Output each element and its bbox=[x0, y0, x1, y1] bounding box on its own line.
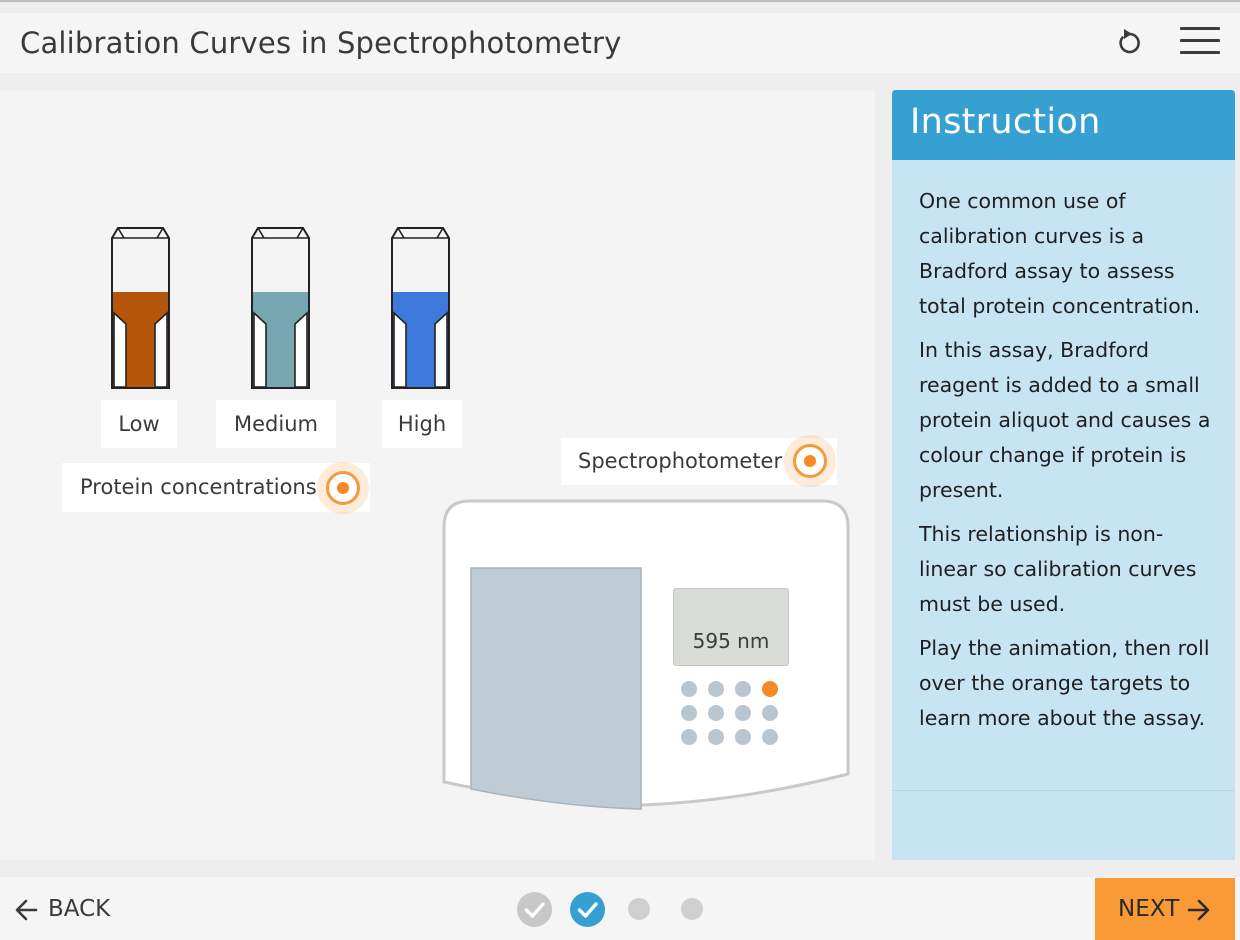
target-ring-icon bbox=[326, 471, 360, 505]
instruction-header: Instruction bbox=[892, 90, 1235, 160]
keypad-indicator-light bbox=[762, 681, 778, 697]
instruction-body: One common use of calibration curves is … bbox=[919, 184, 1219, 745]
instruction-paragraph: Play the animation, then roll over the o… bbox=[919, 636, 1210, 730]
instruction-paragraph: One common use of calibration curves is … bbox=[919, 189, 1201, 318]
keypad-button bbox=[735, 729, 751, 745]
sample-chamber-lid bbox=[470, 567, 642, 810]
footer-bar: BACK NEXT bbox=[0, 877, 1240, 940]
instruction-title: Instruction bbox=[910, 102, 1101, 142]
hamburger-icon bbox=[1178, 27, 1222, 54]
spectrophotometer-target[interactable] bbox=[784, 435, 836, 487]
arrow-right-icon bbox=[1187, 899, 1210, 921]
header-bar: Calibration Curves in Spectrophotometry bbox=[0, 13, 1240, 73]
next-label: NEXT bbox=[1118, 896, 1180, 922]
progress-step-completed[interactable] bbox=[517, 892, 552, 927]
back-button[interactable]: BACK bbox=[14, 893, 110, 927]
cuvette-high bbox=[391, 227, 450, 389]
wavelength-display: 595 nm bbox=[673, 588, 789, 666]
protein-concentrations-target[interactable] bbox=[317, 462, 369, 514]
keypad-button bbox=[708, 681, 724, 697]
target-ring-icon bbox=[793, 444, 827, 478]
spectrophotometer-text: Spectrophotometer bbox=[578, 449, 783, 473]
keypad-button bbox=[708, 705, 724, 721]
keypad-button bbox=[735, 705, 751, 721]
next-button[interactable]: NEXT bbox=[1095, 878, 1235, 940]
cuvette-rack bbox=[111, 227, 450, 389]
progress-step-upcoming[interactable] bbox=[681, 898, 703, 920]
back-label: BACK bbox=[48, 896, 111, 922]
target-dot bbox=[337, 482, 349, 494]
protein-concentrations-text: Protein concentrations bbox=[80, 475, 317, 499]
menu-button[interactable] bbox=[1178, 27, 1222, 59]
keypad-button bbox=[681, 705, 697, 721]
arrow-left-icon bbox=[15, 899, 38, 921]
instruction-paragraph: In this assay, Bradford reagent is added… bbox=[919, 338, 1211, 502]
wavelength-readout: 595 nm bbox=[692, 629, 770, 653]
keypad-button bbox=[735, 681, 751, 697]
instruction-paragraph: This relationship is non-linear so calib… bbox=[919, 522, 1197, 616]
spectrophotometer-device bbox=[442, 499, 850, 810]
panel-divider bbox=[892, 790, 1235, 791]
progress-step-current[interactable] bbox=[570, 892, 605, 927]
reset-button[interactable] bbox=[1112, 26, 1148, 60]
progress-step-upcoming[interactable] bbox=[628, 898, 650, 920]
animation-stage: Low Medium High Protein concentrations S… bbox=[0, 91, 875, 860]
check-icon bbox=[517, 892, 552, 927]
cuvette-medium bbox=[251, 227, 310, 389]
top-border bbox=[0, 0, 1240, 2]
page-title: Calibration Curves in Spectrophotometry bbox=[20, 26, 622, 60]
keypad-button bbox=[681, 729, 697, 745]
progress-indicator bbox=[516, 889, 716, 929]
target-dot bbox=[804, 455, 816, 467]
check-icon bbox=[570, 892, 605, 927]
instruction-panel: Instruction One common use of calibratio… bbox=[892, 90, 1235, 860]
keypad-button bbox=[762, 729, 778, 745]
keypad-button bbox=[762, 705, 778, 721]
cuvette-low bbox=[111, 227, 170, 389]
cuvette-label-medium: Medium bbox=[216, 400, 336, 448]
keypad-button bbox=[681, 681, 697, 697]
keypad-button bbox=[708, 729, 724, 745]
reset-icon bbox=[1119, 29, 1140, 54]
cuvette-label-high: High bbox=[382, 400, 462, 448]
cuvette-label-low: Low bbox=[101, 400, 177, 448]
